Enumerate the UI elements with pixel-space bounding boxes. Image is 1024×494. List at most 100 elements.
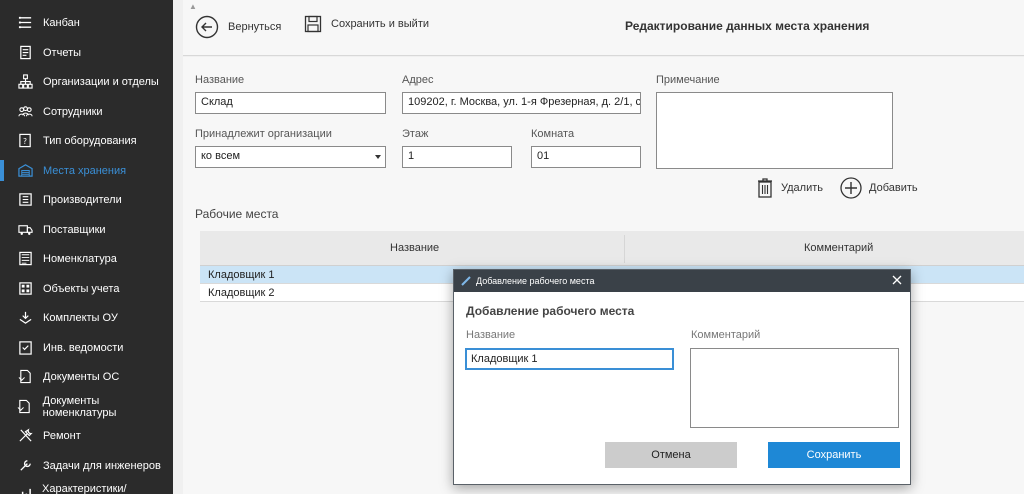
documents-nomenclature-icon bbox=[17, 399, 33, 415]
name-input[interactable]: Склад bbox=[195, 92, 386, 114]
nomenclature-icon bbox=[17, 251, 33, 267]
room-label: Комната bbox=[531, 128, 575, 140]
characteristics-icon bbox=[17, 487, 32, 494]
table-header: Название Комментарий bbox=[200, 231, 1024, 266]
sidebar-item-repair[interactable]: Ремонт bbox=[0, 421, 173, 450]
address-label: Адрес bbox=[402, 74, 434, 86]
note-textarea[interactable] bbox=[656, 92, 893, 169]
trash-icon bbox=[756, 177, 774, 199]
storage-icon bbox=[17, 163, 33, 179]
kits-icon bbox=[17, 310, 33, 326]
sidebar-item-label: Комплекты ОУ bbox=[43, 311, 118, 324]
org-icon bbox=[17, 74, 33, 90]
tasks-icon bbox=[17, 458, 33, 474]
back-label: Вернуться bbox=[228, 21, 282, 33]
name-label: Название bbox=[195, 74, 245, 86]
sidebar-item-kits[interactable]: Комплекты ОУ bbox=[0, 303, 173, 332]
reports-icon bbox=[17, 45, 33, 61]
save-button[interactable]: Сохранить bbox=[768, 442, 900, 468]
cancel-button[interactable]: Отмена bbox=[605, 442, 737, 468]
toolbar: ▲ Вернуться Сохранить и выйти Редактиров… bbox=[183, 0, 1024, 56]
row-name: Кладовщик 1 bbox=[208, 269, 275, 281]
dropdown-arrow-icon bbox=[375, 155, 381, 159]
inventory-icon bbox=[17, 340, 33, 356]
dialog-comment-label: Комментарий bbox=[691, 329, 761, 341]
sidebar: Канбан Отчеты Организации и отделы Сотру… bbox=[0, 0, 173, 494]
dialog-heading: Добавление рабочего места bbox=[466, 304, 635, 318]
sidebar-item-label: Сотрудники bbox=[43, 105, 103, 118]
column-header-name[interactable]: Название bbox=[390, 242, 439, 254]
dialog-comment-textarea[interactable] bbox=[690, 348, 899, 428]
room-input[interactable]: 01 bbox=[531, 146, 641, 168]
add-workplace-dialog: Добавление рабочего места Добавление раб… bbox=[453, 269, 911, 485]
sidebar-item-nomenclature[interactable]: Номенклатура bbox=[0, 244, 173, 273]
column-header-comment[interactable]: Комментарий bbox=[804, 242, 873, 254]
sidebar-item-label: Организации и отделы bbox=[43, 75, 159, 88]
save-icon bbox=[304, 15, 322, 33]
documents-os-icon bbox=[17, 369, 33, 385]
equipment-type-icon: ? bbox=[17, 133, 33, 149]
dialog-window-title: Добавление рабочего места bbox=[476, 276, 595, 286]
svg-text:?: ? bbox=[23, 137, 27, 146]
sidebar-item-label: Документы номенклатуры bbox=[42, 394, 117, 419]
sidebar-item-label: Задачи для инженеров bbox=[43, 459, 161, 472]
sidebar-item-characteristics[interactable]: Характеристики/показатели bbox=[0, 480, 173, 494]
sidebar-item-reports[interactable]: Отчеты bbox=[0, 38, 173, 67]
row-name: Кладовщик 2 bbox=[208, 287, 275, 299]
sidebar-item-tasks[interactable]: Задачи для инженеров bbox=[0, 451, 173, 480]
save-exit-button[interactable]: Сохранить и выйти bbox=[304, 15, 429, 33]
sidebar-item-label: Производители bbox=[43, 193, 122, 206]
delete-button[interactable]: Удалить bbox=[756, 177, 823, 199]
sidebar-item-label: Характеристики/показатели bbox=[42, 482, 127, 494]
plus-circle-icon bbox=[840, 177, 862, 199]
kanban-icon bbox=[17, 15, 33, 31]
sidebar-item-label: Документы ОС bbox=[43, 370, 120, 383]
employees-icon bbox=[17, 104, 33, 120]
dialog-titlebar: Добавление рабочего места bbox=[454, 270, 910, 292]
scroll-up-icon[interactable]: ▲ bbox=[189, 2, 197, 11]
add-label: Добавить bbox=[869, 182, 918, 194]
suppliers-icon bbox=[17, 222, 33, 238]
dialog-name-input[interactable]: Кладовщик 1 bbox=[465, 348, 674, 370]
org-select[interactable]: ко всем bbox=[195, 146, 386, 168]
org-label: Принадлежит организации bbox=[195, 128, 332, 140]
floor-label: Этаж bbox=[402, 128, 429, 140]
repair-icon bbox=[17, 428, 33, 444]
workplaces-title: Рабочие места bbox=[195, 207, 279, 221]
sidebar-item-organizations[interactable]: Организации и отделы bbox=[0, 67, 173, 96]
floor-input[interactable]: 1 bbox=[402, 146, 512, 168]
back-button[interactable]: Вернуться bbox=[195, 15, 281, 39]
pen-icon bbox=[461, 275, 472, 288]
sidebar-item-documents-os[interactable]: Документы ОС bbox=[0, 362, 173, 391]
sidebar-item-label: Поставщики bbox=[43, 223, 106, 236]
sidebar-item-inventory[interactable]: Инв. ведомости bbox=[0, 333, 173, 362]
sidebar-item-label: Отчеты bbox=[43, 46, 82, 59]
org-select-value: ко всем bbox=[201, 150, 241, 162]
add-button[interactable]: Добавить bbox=[840, 177, 918, 199]
objects-icon bbox=[17, 281, 33, 297]
page-title: Редактирование данных места хранения bbox=[625, 19, 870, 33]
delete-label: Удалить bbox=[781, 182, 823, 194]
sidebar-item-documents-nomenclature[interactable]: Документы номенклатуры bbox=[0, 392, 173, 421]
sidebar-item-label: Инв. ведомости bbox=[43, 341, 124, 354]
back-arrow-icon bbox=[195, 15, 219, 39]
note-label: Примечание bbox=[656, 74, 720, 86]
dialog-name-label: Название bbox=[466, 329, 516, 341]
address-input[interactable]: 109202, г. Москва, ул. 1-я Фрезерная, д.… bbox=[402, 92, 641, 114]
sidebar-item-suppliers[interactable]: Поставщики bbox=[0, 215, 173, 244]
sidebar-item-manufacturers[interactable]: Производители bbox=[0, 185, 173, 214]
manufacturers-icon bbox=[17, 192, 33, 208]
sidebar-item-label: Ремонт bbox=[43, 429, 81, 442]
sidebar-item-employees[interactable]: Сотрудники bbox=[0, 97, 173, 126]
sidebar-item-label: Номенклатура bbox=[43, 252, 117, 265]
sidebar-item-label: Канбан bbox=[43, 16, 80, 29]
sidebar-item-storage[interactable]: Места хранения bbox=[0, 156, 173, 185]
sidebar-item-label: Тип оборудования bbox=[43, 134, 137, 147]
sidebar-item-label: Объекты учета bbox=[43, 282, 120, 295]
sidebar-item-equipment-type[interactable]: ? Тип оборудования bbox=[0, 126, 173, 155]
close-icon[interactable] bbox=[890, 273, 904, 287]
sidebar-item-objects[interactable]: Объекты учета bbox=[0, 274, 173, 303]
save-exit-label: Сохранить и выйти bbox=[331, 18, 429, 30]
sidebar-item-kanban[interactable]: Канбан bbox=[0, 8, 173, 37]
sidebar-item-label: Места хранения bbox=[43, 164, 127, 177]
